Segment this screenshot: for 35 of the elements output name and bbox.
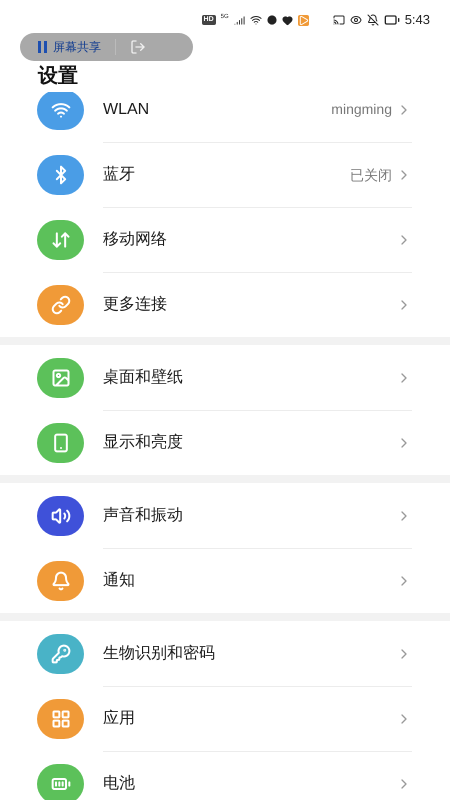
eye-icon [350,14,362,26]
settings-row[interactable]: 电池 [0,751,450,800]
settings-row[interactable]: 蓝牙 已关闭 [0,142,450,207]
row-label: 通知 [103,570,136,591]
app-status-icon [266,15,277,25]
settings-row[interactable]: 更多连接 [0,272,450,337]
cast-icon [332,14,345,26]
row-value: mingming [331,100,392,119]
settings-row[interactable]: 声音和振动 [0,483,450,548]
settings-row[interactable]: 应用 [0,686,450,751]
row-label: 应用 [103,708,136,729]
settings-row[interactable]: 移动网络 [0,207,450,272]
bell-off-icon [366,14,379,26]
row-label: 电池 [103,774,136,794]
exit-icon[interactable] [130,39,146,55]
row-label: 显示和亮度 [103,432,184,453]
pause-icon[interactable] [38,41,47,53]
settings-row[interactable]: 通知 [0,548,450,613]
row-label: WLAN [103,100,150,120]
clock: 5:43 [404,11,430,30]
page-title: 设置 [38,64,78,88]
row-label: 移动网络 [103,230,168,250]
share-label: 屏幕共享 [53,39,101,56]
settings-row[interactable]: 显示和亮度 [0,410,450,475]
settings-row[interactable]: WLAN mingming [0,92,450,142]
video-app-icon [298,14,309,26]
row-label: 桌面和壁纸 [103,368,184,388]
row-label: 声音和振动 [103,506,184,526]
row-label: 生物识别和密码 [103,644,216,664]
row-label: 蓝牙 [103,164,136,185]
settings-row[interactable]: 生物识别和密码 [0,621,450,686]
row-value: 已关闭 [350,166,392,184]
heart-icon [282,14,293,26]
row-label: 更多连接 [103,294,168,315]
settings-row[interactable]: 桌面和壁纸 [0,345,450,410]
